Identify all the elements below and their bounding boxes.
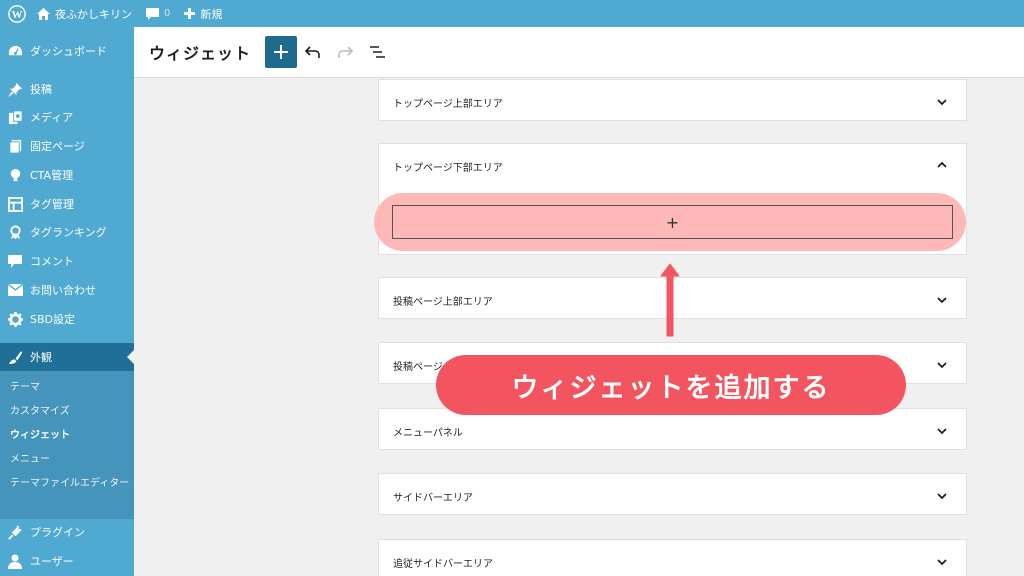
- new-content-link[interactable]: 新規: [177, 0, 229, 27]
- brush-icon: [7, 349, 23, 365]
- lightbulb-icon: [7, 167, 23, 183]
- chevron-up-icon[interactable]: [936, 159, 948, 171]
- sidebar-item-tag-ranking[interactable]: タグランキング: [0, 218, 134, 246]
- widget-area-title: 投稿ページ上部エリア: [393, 297, 493, 308]
- admin-bar: W 夜ふかしキリン 0 新規: [0, 0, 1024, 27]
- sidebar-item-plugins[interactable]: プラグイン: [0, 518, 134, 546]
- sidebar-item-tags[interactable]: タグ管理: [0, 190, 134, 218]
- home-icon: [37, 7, 50, 20]
- award-icon: [7, 224, 23, 240]
- sidebar-item-label: メディア: [30, 111, 74, 124]
- widget-area-title: メニューパネル: [393, 428, 463, 439]
- chevron-down-icon[interactable]: [936, 556, 948, 568]
- gear-icon: [7, 311, 23, 327]
- chevron-down-icon[interactable]: [936, 294, 948, 306]
- sidebar-item-pages[interactable]: 固定ページ: [0, 132, 134, 160]
- pages-icon: [7, 138, 23, 154]
- editor-header: ウィジェット: [134, 27, 1024, 78]
- plugin-icon: [7, 524, 23, 540]
- chevron-down-icon[interactable]: [936, 359, 948, 371]
- submenu-item-theme-editor[interactable]: テーマファイルエディター: [10, 477, 130, 490]
- submenu-item-themes[interactable]: テーマ: [10, 381, 130, 394]
- sidebar-item-contact[interactable]: お問い合わせ: [0, 276, 134, 304]
- comments-link[interactable]: 0: [139, 0, 177, 27]
- new-label: 新規: [200, 7, 223, 21]
- submenu-item-menus[interactable]: メニュー: [10, 453, 130, 466]
- widget-area-title: サイドバーエリア: [393, 493, 473, 504]
- comment-icon: [146, 7, 159, 20]
- comment-icon: [7, 253, 23, 269]
- sidebar-item-label: ユーザー: [30, 555, 74, 568]
- widget-area-sidebar[interactable]: サイドバーエリア: [378, 473, 967, 515]
- dashboard-icon: [7, 43, 23, 59]
- sidebar-item-dashboard[interactable]: ダッシュボード: [0, 37, 134, 65]
- sidebar-item-label: タグランキング: [30, 226, 107, 239]
- undo-button[interactable]: [297, 36, 329, 68]
- sidebar-item-label: プラグイン: [30, 526, 85, 539]
- sidebar-item-cta[interactable]: CTA管理: [0, 161, 134, 189]
- appearance-submenu: テーマ カスタマイズ ウィジェット メニュー テーマファイルエディター: [0, 371, 134, 519]
- redo-icon: [338, 46, 353, 58]
- sidebar-item-media[interactable]: メディア: [0, 103, 134, 131]
- callout-label: ウィジェットを追加する: [436, 355, 906, 415]
- chevron-down-icon[interactable]: [936, 425, 948, 437]
- widget-area-title: 追従サイドバーエリア: [393, 559, 493, 570]
- submenu-item-customize[interactable]: カスタマイズ: [10, 405, 130, 418]
- sidebar-item-label: ダッシュボード: [30, 45, 107, 58]
- undo-icon: [305, 46, 320, 58]
- arrow-up-icon: [660, 263, 680, 337]
- comments-count: 0: [164, 8, 171, 19]
- block-appender-button[interactable]: +: [392, 205, 953, 239]
- plus-icon: +: [665, 212, 680, 232]
- svg-text:W: W: [12, 9, 23, 21]
- layout-icon: [7, 196, 23, 212]
- widget-area-title: 投稿ページ: [393, 362, 443, 373]
- site-name: 夜ふかしキリン: [55, 7, 132, 21]
- redo-button[interactable]: [329, 36, 361, 68]
- sidebar-item-label: SBD設定: [30, 313, 75, 326]
- media-icon: [7, 109, 23, 125]
- widget-area-title: トップページ上部エリア: [393, 99, 503, 110]
- widget-area-title: トップページ下部エリア: [393, 163, 503, 174]
- pin-icon: [7, 81, 23, 97]
- sidebar-item-users[interactable]: ユーザー: [0, 547, 134, 575]
- site-name-link[interactable]: 夜ふかしキリン: [30, 0, 139, 27]
- sidebar-item-sbd-settings[interactable]: SBD設定: [0, 305, 134, 333]
- widget-area-sticky-sidebar[interactable]: 追従サイドバーエリア: [378, 539, 967, 576]
- user-icon: [7, 553, 23, 569]
- widget-area-top-upper[interactable]: トップページ上部エリア: [378, 79, 967, 121]
- sidebar-item-comments[interactable]: コメント: [0, 247, 134, 275]
- page-title: ウィジェット: [149, 44, 252, 63]
- sidebar-item-label: CTA管理: [30, 169, 74, 182]
- sidebar-item-appearance[interactable]: 外観: [0, 343, 134, 371]
- sidebar-item-label: 外観: [30, 351, 52, 364]
- chevron-down-icon[interactable]: [936, 96, 948, 108]
- list-view-icon: [370, 46, 385, 58]
- wordpress-logo-icon[interactable]: W: [0, 0, 30, 27]
- sidebar-item-label: お問い合わせ: [30, 284, 96, 297]
- sidebar-item-label: 投稿: [30, 83, 52, 96]
- mail-icon: [7, 282, 23, 298]
- submenu-item-widgets[interactable]: ウィジェット: [10, 429, 130, 442]
- sidebar-item-posts[interactable]: 投稿: [0, 75, 134, 103]
- add-block-button[interactable]: [265, 36, 297, 68]
- chevron-down-icon[interactable]: [936, 490, 948, 502]
- sidebar-item-label: 固定ページ: [30, 140, 85, 153]
- sidebar-item-label: コメント: [30, 255, 74, 268]
- admin-sidebar: ダッシュボード 投稿 メディア 固定ページ CTA管理 タグ管理 タグランキング…: [0, 27, 134, 576]
- plus-icon: [184, 8, 196, 19]
- sidebar-item-label: タグ管理: [30, 198, 74, 211]
- list-view-button[interactable]: [361, 36, 393, 68]
- plus-icon: [274, 45, 288, 59]
